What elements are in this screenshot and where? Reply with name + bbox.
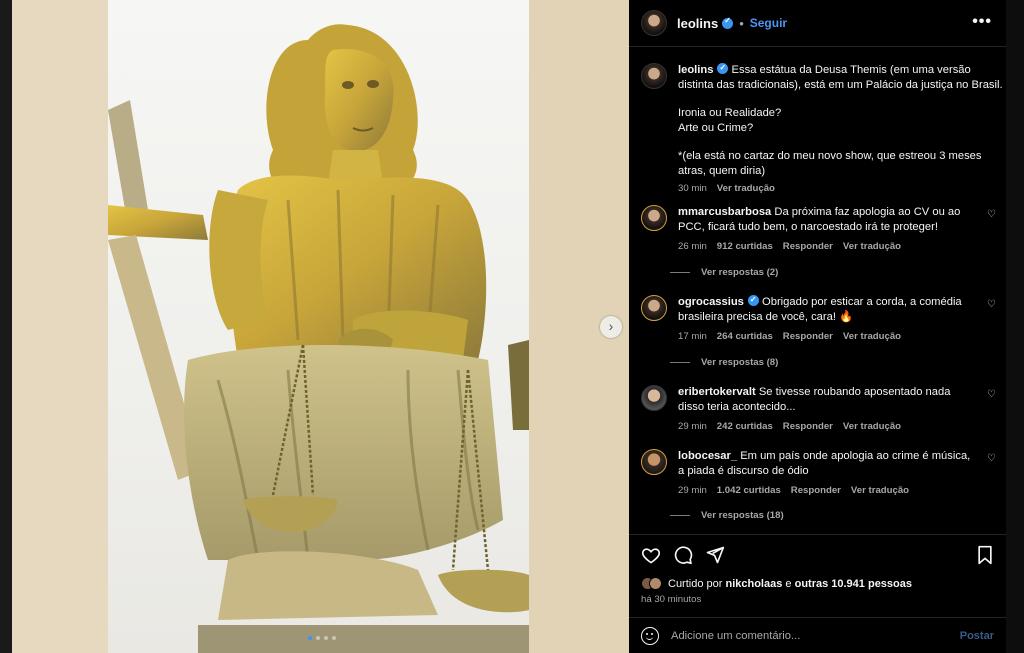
carousel-dot bbox=[332, 636, 336, 640]
liked-by-mid: e bbox=[785, 577, 792, 590]
post-timestamp: há 30 minutos bbox=[641, 594, 702, 605]
commenter-avatar[interactable] bbox=[641, 205, 667, 231]
translate-link[interactable]: Ver tradução bbox=[717, 182, 775, 197]
view-replies-label: Ver respostas (18) bbox=[701, 510, 784, 521]
translate-link[interactable]: Ver tradução bbox=[843, 330, 901, 345]
replies-line bbox=[670, 362, 690, 363]
carousel-dot bbox=[324, 636, 328, 640]
carousel-indicator bbox=[308, 636, 336, 640]
share-paper-plane-icon[interactable] bbox=[705, 545, 725, 565]
author-avatar[interactable] bbox=[641, 10, 667, 36]
view-replies-button[interactable]: Ver respostas (8) bbox=[670, 357, 778, 368]
post-details-panel: leolins • Seguir ••• leolins Essa estátu… bbox=[629, 0, 1006, 653]
comment-username[interactable]: lobocesar_ bbox=[678, 450, 737, 462]
comment-input[interactable] bbox=[671, 630, 960, 642]
add-comment-bar: Postar bbox=[629, 617, 1006, 653]
comment-username[interactable]: eribertokervalt bbox=[678, 386, 756, 398]
comment-likes[interactable]: 912 curtidas bbox=[717, 240, 773, 255]
commenter-avatar[interactable] bbox=[641, 449, 667, 475]
statue-photo bbox=[108, 0, 529, 653]
reply-button[interactable]: Responder bbox=[791, 484, 841, 499]
view-replies-label: Ver respostas (2) bbox=[701, 267, 779, 278]
like-comment-heart-icon[interactable]: ♡ bbox=[987, 209, 996, 220]
save-bookmark-icon[interactable] bbox=[976, 545, 994, 565]
author-username[interactable]: leolins bbox=[677, 16, 718, 31]
comment-likes[interactable]: 1.042 curtidas bbox=[717, 484, 781, 499]
view-replies-button[interactable]: Ver respostas (2) bbox=[670, 267, 778, 278]
liked-by-summary[interactable]: Curtido por nikcholaas e outras 10.941 p… bbox=[641, 577, 912, 590]
verified-badge-icon bbox=[717, 61, 729, 76]
replies-line bbox=[670, 272, 690, 273]
translate-link[interactable]: Ver tradução bbox=[843, 240, 901, 255]
caption-time: 30 min bbox=[678, 183, 707, 194]
verified-badge-icon bbox=[747, 293, 759, 308]
replies-line bbox=[670, 515, 690, 516]
like-comment-heart-icon[interactable]: ♡ bbox=[987, 453, 996, 464]
commenter-avatar[interactable] bbox=[641, 295, 667, 321]
comment-likes[interactable]: 242 curtidas bbox=[717, 420, 773, 435]
reply-button[interactable]: Responder bbox=[783, 420, 833, 435]
separator-dot: • bbox=[739, 15, 744, 31]
post-media[interactable]: › bbox=[12, 0, 629, 653]
follow-button[interactable]: Seguir bbox=[750, 16, 787, 30]
liked-by-prefix: Curtido por bbox=[668, 577, 723, 590]
reply-button[interactable]: Responder bbox=[783, 240, 833, 255]
like-heart-icon[interactable] bbox=[641, 545, 661, 565]
comments-list[interactable]: leolins Essa estátua da Deusa Themis (em… bbox=[629, 48, 1006, 534]
post-actions: Curtido por nikcholaas e outras 10.941 p… bbox=[629, 534, 1006, 653]
reply-button[interactable]: Responder bbox=[783, 330, 833, 345]
carousel-dot bbox=[308, 636, 312, 640]
liked-by-user[interactable]: nikcholaas bbox=[725, 578, 782, 590]
view-replies-button[interactable]: Ver respostas (18) bbox=[670, 510, 784, 521]
comment-username[interactable]: ogrocassius bbox=[678, 296, 744, 308]
liked-by-others[interactable]: outras 10.941 pessoas bbox=[795, 578, 912, 590]
comment-time: 17 min bbox=[678, 331, 707, 342]
more-options-icon[interactable]: ••• bbox=[972, 13, 992, 31]
comment-time: 29 min bbox=[678, 485, 707, 496]
caption-text: *(ela está no cartaz do meu novo show, q… bbox=[678, 150, 982, 177]
comment-likes[interactable]: 264 curtidas bbox=[717, 330, 773, 345]
emoji-icon[interactable] bbox=[641, 627, 659, 645]
themis-statue-image bbox=[108, 24, 529, 653]
author-avatar[interactable] bbox=[641, 63, 667, 89]
caption-text: Ironia ou Realidade? bbox=[678, 107, 782, 119]
post-comment-button[interactable]: Postar bbox=[960, 630, 994, 642]
translate-link[interactable]: Ver tradução bbox=[843, 420, 901, 435]
page-background-right bbox=[1006, 0, 1024, 653]
verified-badge-icon bbox=[722, 16, 734, 29]
commenter-avatar[interactable] bbox=[641, 385, 667, 411]
comment-time: 29 min bbox=[678, 421, 707, 432]
liker-avatar bbox=[649, 577, 662, 590]
translate-link[interactable]: Ver tradução bbox=[851, 484, 909, 499]
post-header: leolins • Seguir ••• bbox=[629, 0, 1006, 47]
comment-time: 26 min bbox=[678, 241, 707, 252]
caption-text: Arte ou Crime? bbox=[678, 121, 754, 134]
media-letterbox-left bbox=[12, 0, 108, 653]
caption-author[interactable]: leolins bbox=[678, 64, 713, 76]
like-comment-heart-icon[interactable]: ♡ bbox=[987, 389, 996, 400]
comment-bubble-icon[interactable] bbox=[673, 545, 693, 565]
carousel-dot bbox=[316, 636, 320, 640]
like-comment-heart-icon[interactable]: ♡ bbox=[987, 299, 996, 310]
next-slide-button[interactable]: › bbox=[600, 316, 622, 338]
view-replies-label: Ver respostas (8) bbox=[701, 357, 779, 368]
page-background-left bbox=[0, 0, 12, 653]
comment-username[interactable]: mmarcusbarbosa bbox=[678, 206, 771, 218]
